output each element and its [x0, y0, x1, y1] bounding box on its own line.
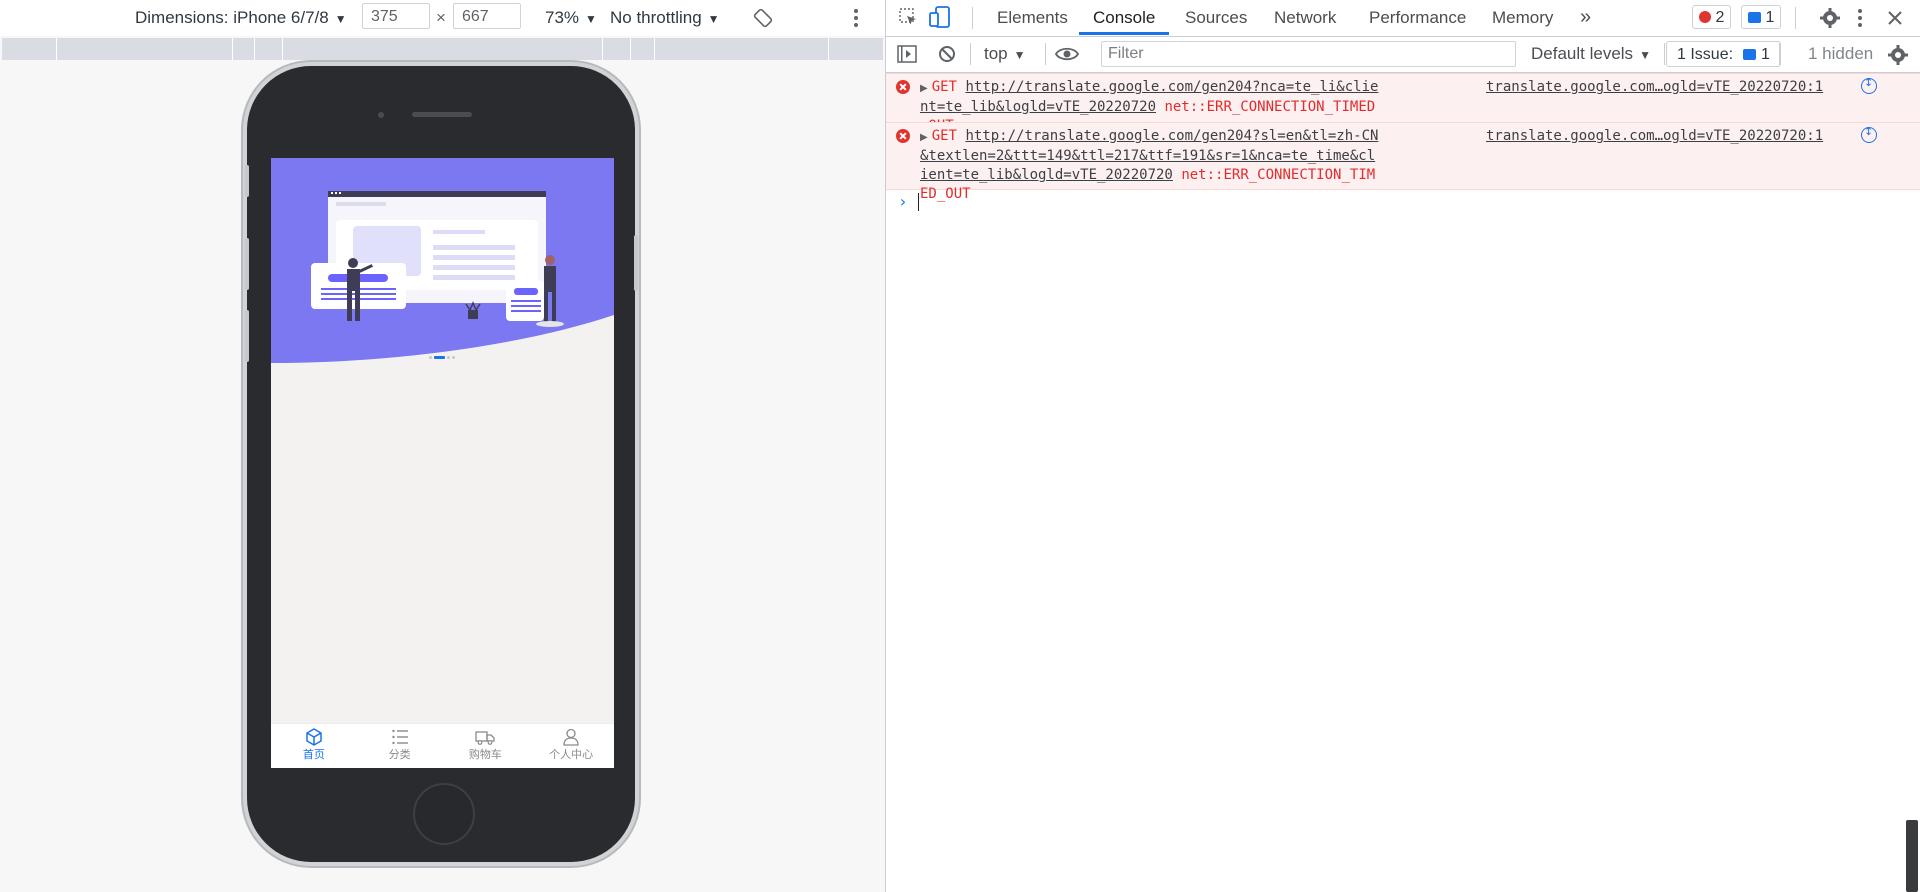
- volume-down-button: [245, 310, 249, 362]
- caret-down-icon: ▼: [585, 12, 597, 26]
- zoom-dropdown[interactable]: 73% ▼: [545, 0, 597, 36]
- tab-console[interactable]: Console: [1079, 0, 1170, 35]
- media-query-ruler[interactable]: [2, 38, 883, 60]
- device-height-input[interactable]: 667: [453, 3, 521, 29]
- issue-icon: [1743, 49, 1757, 60]
- devtools-tab-bar: Elements Console Sources Network Perform…: [886, 0, 1920, 37]
- close-devtools-icon[interactable]: [1886, 9, 1904, 27]
- context-label: top: [984, 44, 1008, 63]
- device-emulation-pane: Dimensions: iPhone 6/7/8 ▼ 375 × 667 73% ▼…: [0, 0, 885, 892]
- carousel-dot[interactable]: [452, 356, 455, 359]
- error-icon: [896, 80, 910, 94]
- error-icon: [1699, 11, 1711, 23]
- device-dimensions-label: Dimensions: iPhone 6/7/8: [135, 8, 329, 27]
- error-icon: [896, 129, 910, 143]
- mobile-screen: 首页 分类 购物车 个人中心: [271, 158, 614, 768]
- front-camera: [378, 112, 384, 118]
- live-expression-eye-icon[interactable]: [1055, 46, 1079, 62]
- message-count: 1: [1765, 9, 1775, 26]
- tab-cart[interactable]: 购物车: [443, 724, 529, 768]
- caret-down-icon: ▼: [334, 12, 347, 26]
- clear-console-icon[interactable]: [938, 45, 956, 63]
- dimension-times-sign: ×: [436, 8, 446, 27]
- power-button: [634, 235, 638, 291]
- caret-down-icon: ▼: [1639, 48, 1651, 62]
- list-icon: [391, 729, 408, 745]
- request-method: GET: [931, 128, 957, 144]
- bottom-tab-bar: 首页 分类 购物车 个人中心: [271, 723, 614, 768]
- throttling-dropdown[interactable]: No throttling ▼: [610, 0, 720, 36]
- tab-home-label: 首页: [302, 749, 325, 761]
- tab-sources[interactable]: Sources: [1185, 0, 1247, 35]
- devtools-panel: Elements Console Sources Network Perform…: [886, 0, 1920, 892]
- filter-input[interactable]: Filter: [1101, 41, 1516, 67]
- request-method: GET: [931, 79, 957, 95]
- source-link[interactable]: translate.google.com…ogld=vTE_20220720:1: [1486, 127, 1823, 146]
- user-icon: [563, 728, 579, 746]
- device-toolbar: Dimensions: iPhone 6/7/8 ▼ 375 × 667 73% ▼…: [0, 0, 885, 36]
- tab-home[interactable]: 首页: [271, 724, 357, 768]
- show-sidebar-icon[interactable]: [897, 45, 917, 63]
- tab-profile[interactable]: 个人中心: [528, 724, 614, 768]
- message-icon: [1748, 12, 1761, 23]
- issues-button[interactable]: 1 Issue: 1: [1666, 41, 1781, 67]
- error-count-badge[interactable]: 2: [1692, 5, 1732, 29]
- caret-down-icon: ▼: [707, 12, 720, 26]
- tab-memory[interactable]: Memory: [1492, 0, 1553, 35]
- console-input[interactable]: [918, 193, 919, 211]
- context-selector[interactable]: top ▼: [984, 37, 1026, 72]
- carousel-dot[interactable]: [429, 356, 432, 359]
- inspect-element-icon[interactable]: [898, 7, 918, 27]
- console-scrollbar[interactable]: [1906, 820, 1918, 892]
- tab-network[interactable]: Network: [1274, 0, 1336, 35]
- network-request-icon[interactable]: [1861, 125, 1877, 143]
- rotate-icon[interactable]: [752, 7, 774, 29]
- hero-banner-illustration[interactable]: [271, 158, 614, 368]
- expand-triangle-icon[interactable]: ▶: [920, 83, 928, 94]
- home-cube-icon: [306, 728, 322, 746]
- carousel-dot[interactable]: [434, 356, 445, 359]
- device-width-input[interactable]: 375: [362, 3, 430, 29]
- tab-elements[interactable]: Elements: [997, 0, 1068, 35]
- network-request-icon[interactable]: [1861, 76, 1877, 94]
- error-count: 2: [1715, 9, 1725, 26]
- mute-switch: [245, 165, 249, 197]
- volume-up-button: [245, 238, 249, 290]
- zoom-label: 73%: [545, 8, 580, 27]
- console-error-message[interactable]: ▶ GET http://translate.google.com/gen204?…: [886, 122, 1920, 202]
- throttling-label: No throttling: [610, 8, 702, 27]
- console-error-message[interactable]: ▶ GET http://translate.google.com/gen204?…: [886, 73, 1920, 134]
- log-levels-dropdown[interactable]: Default levels ▼: [1531, 37, 1651, 72]
- console-toolbar: top ▼ Filter Default levels ▼ 1 Issue: 1 1…: [886, 37, 1920, 73]
- earpiece-speaker: [412, 112, 472, 117]
- devtools-more-options-icon[interactable]: [1857, 8, 1863, 28]
- issues-label: 1 Issue:: [1677, 46, 1734, 63]
- tab-performance[interactable]: Performance: [1369, 0, 1466, 35]
- truck-icon: [475, 731, 496, 745]
- device-dimensions-dropdown[interactable]: Dimensions: iPhone 6/7/8 ▼: [135, 0, 347, 36]
- log-levels-label: Default levels: [1531, 44, 1634, 63]
- source-link[interactable]: translate.google.com…ogld=vTE_20220720:1: [1486, 78, 1823, 97]
- settings-gear-icon[interactable]: [1819, 7, 1841, 29]
- console-settings-gear-icon[interactable]: [1887, 44, 1909, 66]
- tab-profile-label: 个人中心: [549, 749, 594, 761]
- caret-down-icon: ▼: [1013, 48, 1026, 62]
- console-prompt-chevron-icon: ›: [898, 192, 908, 211]
- more-tabs-chevron-icon[interactable]: »: [1580, 0, 1591, 35]
- tab-cart-label: 购物车: [468, 749, 502, 761]
- carousel-indicator[interactable]: [429, 356, 457, 359]
- tab-category[interactable]: 分类: [357, 724, 443, 768]
- issues-count: 1: [1760, 46, 1770, 63]
- hidden-count: 1 hidden: [1808, 44, 1874, 63]
- message-count-badge[interactable]: 1: [1741, 5, 1782, 29]
- carousel-dot[interactable]: [447, 356, 450, 359]
- more-options-icon[interactable]: [853, 8, 859, 28]
- tab-category-label: 分类: [388, 749, 411, 761]
- device-toolbar-toggle-icon[interactable]: [929, 5, 951, 29]
- expand-triangle-icon[interactable]: ▶: [920, 132, 928, 143]
- home-button[interactable]: [413, 783, 475, 845]
